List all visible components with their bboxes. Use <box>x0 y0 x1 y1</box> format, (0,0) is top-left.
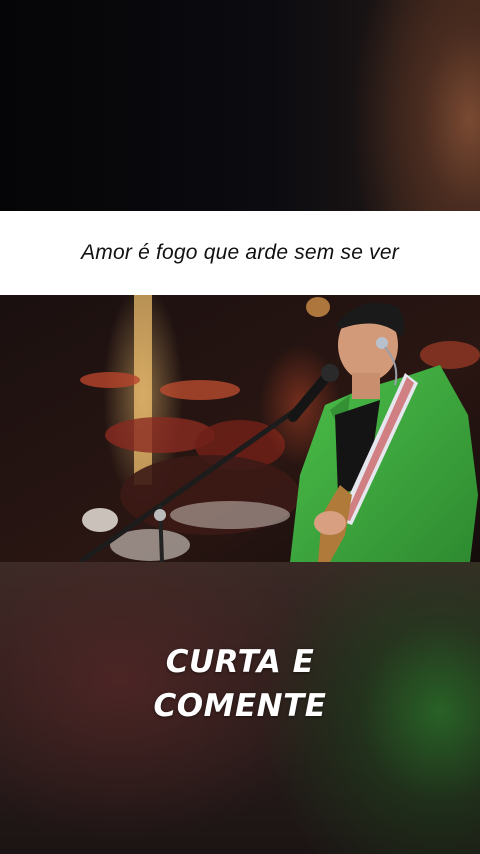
lyric-caption-text: Amor é fogo que arde sem se ver <box>81 241 399 264</box>
cta-line-1: CURTA E <box>165 644 315 680</box>
video-frame[interactable] <box>0 295 480 562</box>
lyric-caption-bar: Amor é fogo que arde sem se ver <box>0 211 480 295</box>
video-still-image <box>0 295 480 562</box>
cta-line-2: COMENTE <box>153 688 327 724</box>
call-to-action-text: CURTA E COMENTE <box>0 640 480 728</box>
blurred-background-top <box>0 0 480 211</box>
